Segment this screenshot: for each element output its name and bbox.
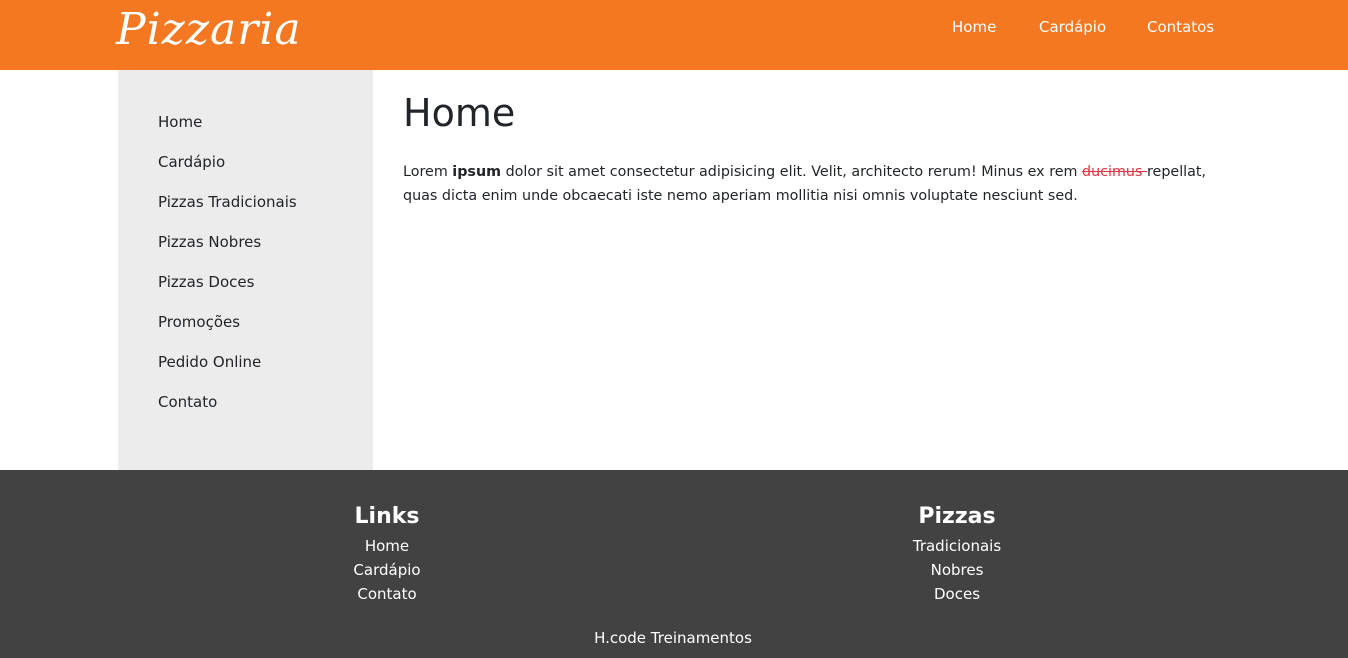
intro-paragraph: Lorem ipsum dolor sit amet consectetur a… <box>403 160 1233 208</box>
sidebar-item-promocoes: Promoções <box>158 312 297 352</box>
footer-pizzas-column: Pizzas Tradicionais Nobres Doces <box>807 502 1107 606</box>
footer-copyright: H.code Treinamentos <box>594 629 752 647</box>
sidebar-item-home: Home <box>158 112 297 152</box>
top-nav-contatos-link[interactable]: Contatos <box>1147 17 1214 37</box>
sidebar-item-pizzas-nobres: Pizzas Nobres <box>158 232 297 272</box>
sidebar-item-contato: Contato <box>158 392 297 432</box>
sidebar-link-pizzas-nobres[interactable]: Pizzas Nobres <box>158 233 261 251</box>
footer-link-contato[interactable]: Contato <box>237 582 537 606</box>
footer-link-cardapio[interactable]: Cardápio <box>237 558 537 582</box>
sidebar-item-pedido-online: Pedido Online <box>158 352 297 392</box>
footer-link-tradicionais[interactable]: Tradicionais <box>807 534 1107 558</box>
footer-pizzas-title: Pizzas <box>918 504 996 529</box>
sidebar-link-cardapio[interactable]: Cardápio <box>158 153 225 171</box>
paragraph-struck-text: ducimus <box>1082 164 1147 180</box>
main-content: Home Lorem ipsum dolor sit amet consecte… <box>403 70 1233 470</box>
site-logo[interactable]: Pizzaria <box>116 2 302 58</box>
paragraph-text-middle: dolor sit amet consectetur adipisicing e… <box>501 164 1083 180</box>
sidebar-link-contato[interactable]: Contato <box>158 393 217 411</box>
sidebar-link-pizzas-doces[interactable]: Pizzas Doces <box>158 273 254 291</box>
page-title: Home <box>403 91 516 135</box>
top-nav: Home Cardápio Contatos <box>930 17 1230 37</box>
top-nav-home-link[interactable]: Home <box>952 17 996 37</box>
sidebar-item-pizzas-doces: Pizzas Doces <box>158 272 297 312</box>
footer-links-title: Links <box>354 504 420 529</box>
site-header: Pizzaria Home Cardápio Contatos <box>0 0 1348 70</box>
footer-link-doces[interactable]: Doces <box>807 582 1107 606</box>
site-footer: Links Home Cardápio Contato Pizzas Tradi… <box>0 470 1348 658</box>
sidebar-link-pizzas-tradicionais[interactable]: Pizzas Tradicionais <box>158 193 297 211</box>
sidebar-menu: Home Cardápio Pizzas Tradicionais Pizzas… <box>158 112 297 432</box>
footer-link-home[interactable]: Home <box>237 534 537 558</box>
sidebar: Home Cardápio Pizzas Tradicionais Pizzas… <box>118 70 373 470</box>
sidebar-link-promocoes[interactable]: Promoções <box>158 313 240 331</box>
footer-link-nobres[interactable]: Nobres <box>807 558 1107 582</box>
paragraph-text-start: Lorem <box>403 164 453 180</box>
footer-links-column: Links Home Cardápio Contato <box>237 502 537 606</box>
sidebar-item-cardapio: Cardápio <box>158 152 297 192</box>
top-nav-cardapio-link[interactable]: Cardápio <box>1039 17 1106 37</box>
sidebar-link-pedido-online[interactable]: Pedido Online <box>158 353 261 371</box>
sidebar-item-pizzas-tradicionais: Pizzas Tradicionais <box>158 192 297 232</box>
paragraph-bold-text: ipsum <box>452 164 502 180</box>
sidebar-link-home[interactable]: Home <box>158 113 202 131</box>
